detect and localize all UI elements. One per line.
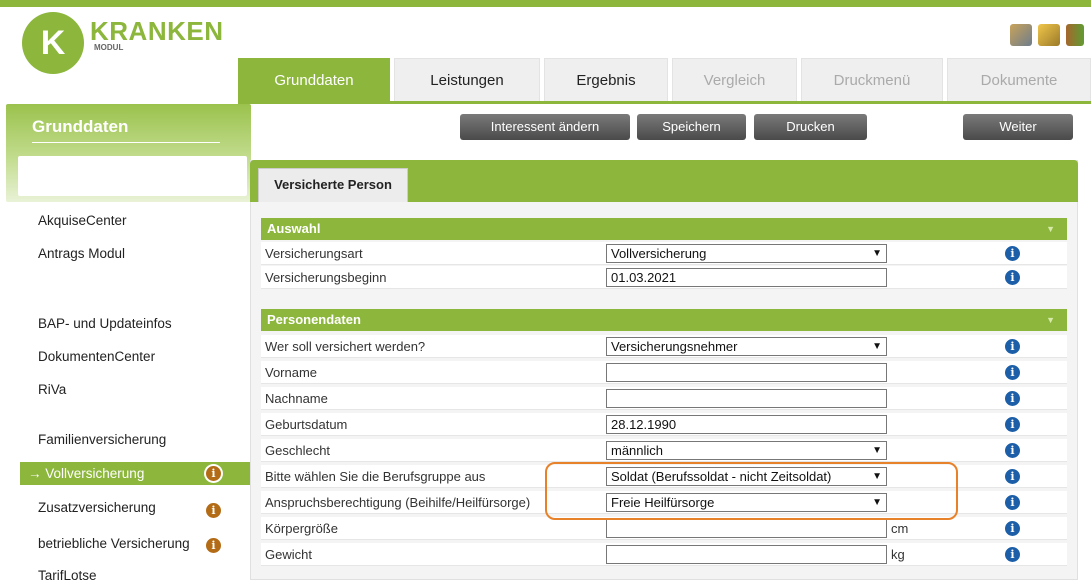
- chevron-down-icon: ▼: [872, 248, 882, 259]
- warning-info-icon[interactable]: i: [206, 538, 221, 553]
- tools-icon[interactable]: [1010, 24, 1032, 46]
- interessent-aendern-button[interactable]: Interessent ändern: [460, 114, 630, 140]
- info-icon[interactable]: i: [1005, 365, 1020, 380]
- logo-sub: MODUL: [94, 43, 124, 52]
- tab-grunddaten[interactable]: Grunddaten: [238, 58, 390, 102]
- tab-leistungen[interactable]: Leistungen: [394, 58, 540, 102]
- field-label: Gewicht: [265, 547, 312, 562]
- form-row-versicherungsbeginn: Versicherungsbeginn 01.03.2021 i: [261, 266, 1067, 289]
- tab-dokumente[interactable]: Dokumente: [947, 58, 1091, 102]
- section-personendaten[interactable]: Personendaten ▼: [261, 309, 1067, 331]
- info-icon[interactable]: i: [1005, 521, 1020, 536]
- info-icon[interactable]: i: [1005, 391, 1020, 406]
- versicherungsart-select[interactable]: Vollversicherung ▼: [606, 244, 887, 263]
- sidebar-item-familienversicherung[interactable]: Familienversicherung: [38, 432, 166, 447]
- sidebar-header-panel: [18, 156, 247, 196]
- sidebar-item-tariflotse[interactable]: TarifLotse: [38, 568, 97, 583]
- warning-info-icon[interactable]: i: [206, 503, 221, 518]
- sidebar-item-antrags-modul[interactable]: Antrags Modul: [38, 246, 125, 261]
- geburtsdatum-input[interactable]: 28.12.1990: [606, 415, 887, 434]
- logo-mark: K: [22, 12, 84, 74]
- tab-ergebnis[interactable]: Ergebnis: [544, 58, 668, 102]
- info-icon[interactable]: i: [1005, 270, 1020, 285]
- nachname-input[interactable]: [606, 389, 887, 408]
- geschlecht-select[interactable]: männlich ▼: [606, 441, 887, 460]
- sidebar-item-label: Vollversicherung: [45, 466, 145, 481]
- section-auswahl[interactable]: Auswahl ▼: [261, 218, 1067, 240]
- field-label: Wer soll versichert werden?: [265, 339, 426, 354]
- divider: [32, 142, 220, 143]
- tab-versicherte-person[interactable]: Versicherte Person: [258, 168, 408, 202]
- sidebar-item-zusatzversicherung[interactable]: Zusatzversicherung: [38, 500, 156, 515]
- form-row-geburtsdatum: Geburtsdatum 28.12.1990 i: [261, 413, 1067, 436]
- sidebar-title: Grunddaten: [32, 117, 129, 136]
- unit-label: kg: [891, 547, 905, 562]
- chevron-down-icon: ▼: [872, 445, 882, 456]
- edit-folder-icon[interactable]: [1038, 24, 1060, 46]
- info-icon[interactable]: i: [1005, 469, 1020, 484]
- main-tabs: Grunddaten Leistungen Ergebnis Vergleich…: [238, 58, 1091, 102]
- field-label: Körpergröße: [265, 521, 338, 536]
- info-icon[interactable]: i: [1005, 443, 1020, 458]
- save-button[interactable]: Speichern: [637, 114, 746, 140]
- form-row-koerpergroesse: Körpergröße cm i: [261, 517, 1067, 540]
- app-logo: K KRANKEN MODUL: [22, 12, 232, 74]
- sidebar-item-akquisecenter[interactable]: AkquiseCenter: [38, 213, 127, 228]
- tab-druckmenue[interactable]: Druckmenü: [801, 58, 943, 102]
- info-icon[interactable]: i: [1005, 417, 1020, 432]
- field-label: Versicherungsbeginn: [265, 270, 387, 285]
- sidebar-item-dokumentencenter[interactable]: DokumentenCenter: [38, 349, 155, 364]
- next-button[interactable]: Weiter: [963, 114, 1073, 140]
- chevron-down-icon: ▼: [872, 341, 882, 352]
- field-label: Nachname: [265, 391, 328, 406]
- form-row-vorname: Vorname i: [261, 361, 1067, 384]
- exit-door-icon[interactable]: [1066, 24, 1084, 46]
- gewicht-input[interactable]: [606, 545, 887, 564]
- tab-underline: [238, 101, 1091, 104]
- tab-vergleich[interactable]: Vergleich: [672, 58, 797, 102]
- form-row-geschlecht: Geschlecht männlich ▼ i: [261, 439, 1067, 462]
- form-row-gewicht: Gewicht kg i: [261, 543, 1067, 566]
- warning-info-icon[interactable]: i: [206, 466, 221, 481]
- wer-versichert-select[interactable]: Versicherungsnehmer ▼: [606, 337, 887, 356]
- info-icon[interactable]: i: [1005, 339, 1020, 354]
- sidebar-header: Grunddaten: [6, 104, 251, 202]
- form-row-wer-versichert: Wer soll versichert werden? Versicherung…: [261, 335, 1067, 358]
- arrow-right-icon: →: [28, 466, 42, 481]
- info-icon[interactable]: i: [1005, 495, 1020, 510]
- unit-label: cm: [891, 521, 909, 536]
- sidebar-item-betriebliche-versicherung[interactable]: betriebliche Versicherung: [38, 536, 190, 551]
- field-label: Bitte wählen Sie die Berufsgruppe aus: [265, 469, 486, 484]
- field-label: Anspruchsberechtigung (Beihilfe/Heilfürs…: [265, 495, 531, 510]
- info-icon[interactable]: i: [1005, 547, 1020, 562]
- field-label: Geburtsdatum: [265, 417, 348, 432]
- section-title: Personendaten: [267, 312, 361, 327]
- koerpergroesse-input[interactable]: [606, 519, 887, 538]
- toolbar-icons: [1010, 24, 1091, 48]
- top-accent-bar: [0, 0, 1091, 7]
- versicherungsbeginn-input[interactable]: 01.03.2021: [606, 268, 887, 287]
- form-row-versicherungsart: Versicherungsart Vollversicherung ▼ i: [261, 242, 1067, 265]
- collapse-caret-icon[interactable]: ▼: [1046, 309, 1055, 331]
- collapse-caret-icon[interactable]: ▼: [1046, 218, 1055, 240]
- sidebar-item-bap-updateinfos[interactable]: BAP- und Updateinfos: [38, 316, 172, 331]
- info-icon[interactable]: i: [1005, 246, 1020, 261]
- field-label: Versicherungsart: [265, 246, 363, 261]
- sidebar-item-riva[interactable]: RiVa: [38, 382, 66, 397]
- print-button[interactable]: Drucken: [754, 114, 867, 140]
- annotation-highlight: [545, 462, 958, 520]
- vorname-input[interactable]: [606, 363, 887, 382]
- section-title: Auswahl: [267, 221, 321, 236]
- field-label: Vorname: [265, 365, 318, 380]
- field-label: Geschlecht: [265, 443, 331, 458]
- form-row-nachname: Nachname i: [261, 387, 1067, 410]
